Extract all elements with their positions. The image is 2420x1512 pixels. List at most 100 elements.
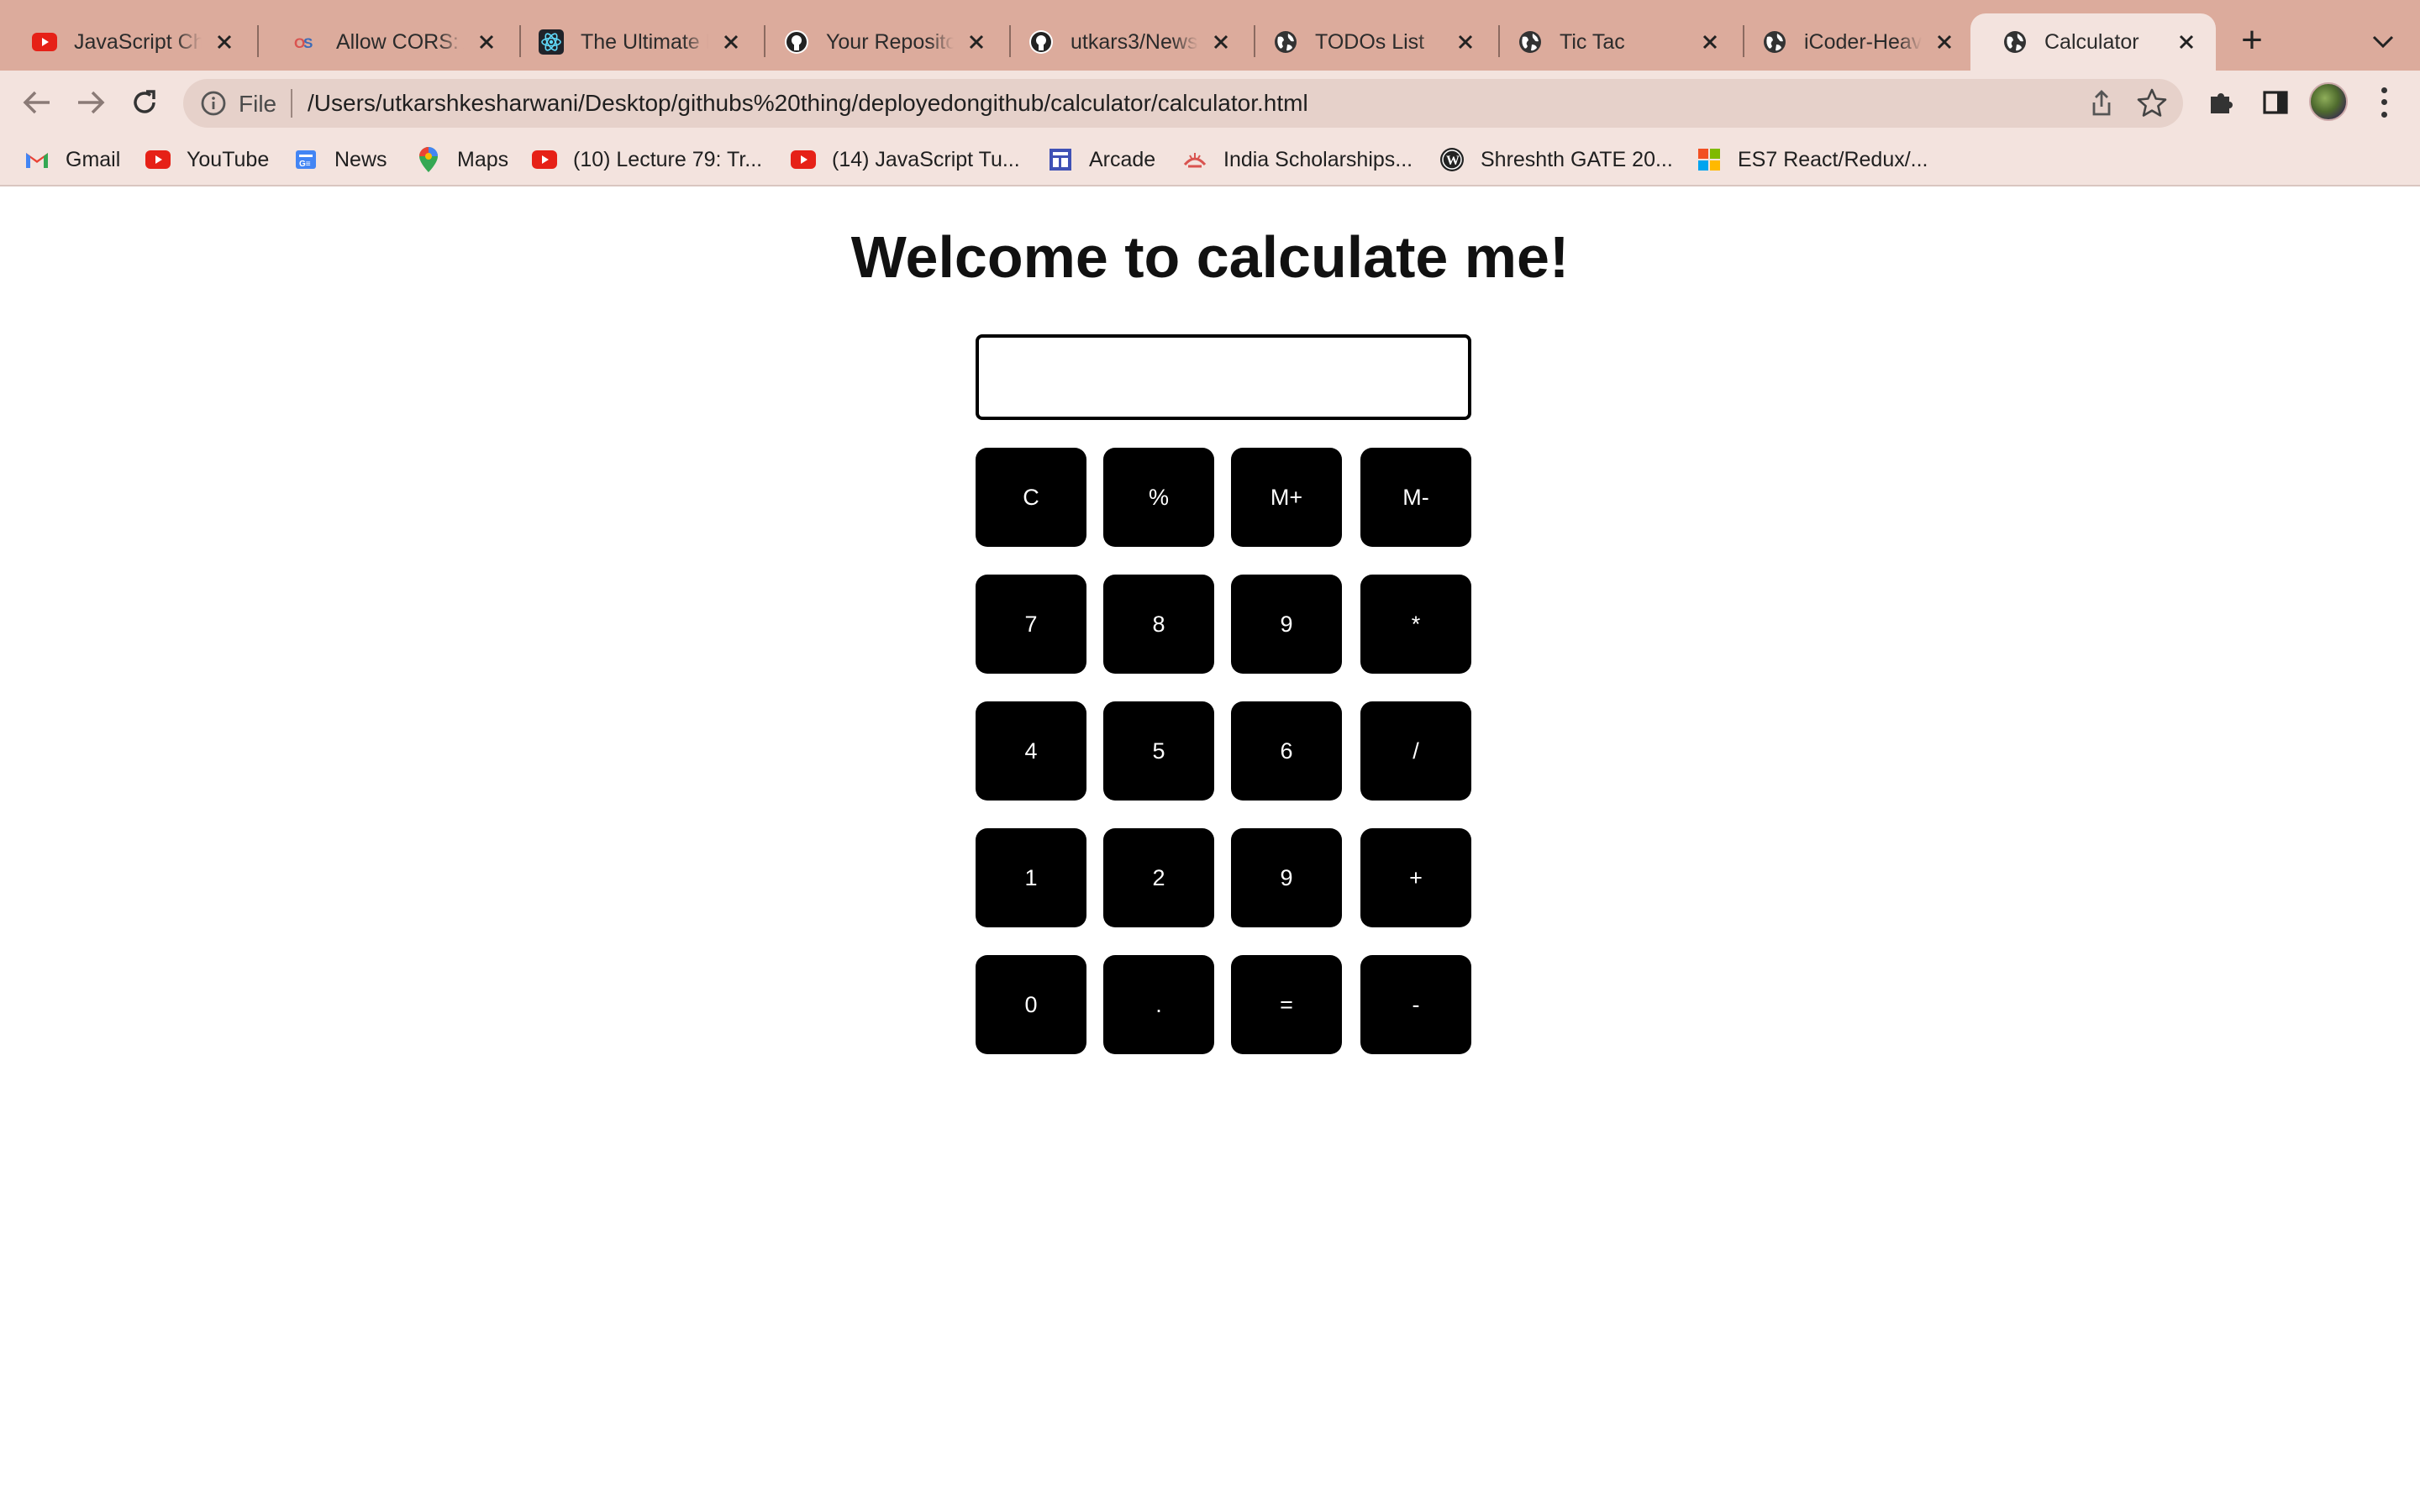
bookmark-label: Arcade: [1089, 147, 1156, 171]
calc-button-equals[interactable]: =: [1231, 955, 1342, 1054]
reload-button[interactable]: [124, 82, 165, 123]
share-icon[interactable]: [2087, 89, 2116, 118]
calc-button-digit-1[interactable]: 1: [976, 828, 1086, 927]
side-panel-icon: [2263, 91, 2288, 114]
tab-5[interactable]: utkars3/NewsApp: [997, 13, 1250, 71]
calc-button-digit-6[interactable]: 6: [1231, 701, 1342, 801]
tab-1[interactable]: JavaScript Cheat: [0, 13, 254, 71]
bookmark-item[interactable]: W Shreshth GATE 20...: [1439, 144, 1673, 175]
wordpress-icon: W: [1439, 146, 1465, 173]
calc-button-digit-8[interactable]: 8: [1103, 575, 1214, 674]
news-icon: G≡: [292, 146, 319, 173]
youtube-icon: [32, 29, 57, 55]
globe-icon: [1518, 29, 1543, 55]
bookmark-star-icon[interactable]: [2136, 87, 2168, 119]
react-icon: [539, 29, 564, 55]
youtube-icon: [145, 146, 171, 173]
arcade-icon: [1047, 146, 1074, 173]
extensions-button[interactable]: [2205, 86, 2238, 119]
tab-title: Your Repositories: [826, 29, 954, 54]
calc-button-digit-7[interactable]: 7: [976, 575, 1086, 674]
forward-button[interactable]: [71, 82, 111, 123]
bookmark-item[interactable]: India Scholarships...: [1181, 144, 1413, 175]
calc-button-memory-add[interactable]: M+: [1231, 448, 1342, 547]
calc-button-digit-2[interactable]: 2: [1103, 828, 1214, 927]
globe-icon: [1762, 29, 1787, 55]
profile-avatar[interactable]: [2309, 82, 2348, 121]
close-tab-icon[interactable]: [964, 29, 989, 55]
info-icon[interactable]: [200, 90, 227, 117]
side-panel-button[interactable]: [2259, 86, 2292, 119]
tab-strip: JavaScript Cheat OS Allow CORS: Access The …: [0, 0, 2420, 71]
close-tab-icon[interactable]: [718, 29, 744, 55]
calc-button-digit-4[interactable]: 4: [976, 701, 1086, 801]
close-tab-icon[interactable]: [1932, 29, 1957, 55]
calc-button-decimal[interactable]: .: [1103, 955, 1214, 1054]
address-bar[interactable]: File /Users/utkarshkesharwani/Desktop/gi…: [183, 79, 2183, 128]
tab-8[interactable]: iCoder-Heaven: [1730, 13, 1974, 71]
tab-separator: [257, 25, 259, 57]
reload-icon: [134, 90, 155, 113]
scholarship-icon: [1181, 146, 1208, 173]
browser-menu-icon[interactable]: [2371, 84, 2396, 121]
bookmark-label: Shreshth GATE 20...: [1481, 147, 1673, 171]
calc-button-divide[interactable]: /: [1360, 701, 1471, 801]
url-text[interactable]: /Users/utkarshkesharwani/Desktop/githubs…: [308, 90, 1308, 117]
tab-title: Tic Tac: [1560, 29, 1625, 54]
globe-icon: [1273, 29, 1298, 55]
bookmark-item[interactable]: YouTube: [145, 144, 269, 175]
forward-arrow-icon: [78, 91, 105, 114]
tab-title: The Ultimate React: [581, 29, 708, 54]
page-title: Welcome to calculate me!: [850, 224, 1570, 290]
globe-icon: [2002, 29, 2028, 55]
close-tab-icon[interactable]: [2174, 29, 2199, 55]
calc-button-digit-0[interactable]: 0: [976, 955, 1086, 1054]
calc-button-digit-5[interactable]: 5: [1103, 701, 1214, 801]
bookmark-item[interactable]: (10) Lecture 79: Tr...: [531, 144, 762, 175]
tab-3[interactable]: The Ultimate React: [507, 13, 760, 71]
microsoft-icon: [1696, 146, 1723, 173]
calc-button-add[interactable]: +: [1360, 828, 1471, 927]
tab-search-chevron-icon[interactable]: [2366, 25, 2400, 59]
tab-title: JavaScript Cheat: [74, 29, 202, 54]
calc-button-digit-9[interactable]: 9: [1231, 828, 1342, 927]
calculator-display-input[interactable]: [976, 334, 1471, 420]
calc-button-memory-subtract[interactable]: M-: [1360, 448, 1471, 547]
bookmark-item[interactable]: Gmail: [24, 144, 120, 175]
bookmark-label: ES7 React/Redux/...: [1738, 147, 1928, 171]
close-tab-icon[interactable]: [1453, 29, 1478, 55]
tab-title: TODOs List: [1315, 29, 1425, 54]
back-arrow-icon: [23, 91, 50, 114]
close-tab-icon[interactable]: [212, 29, 237, 55]
bookmark-label: India Scholarships...: [1223, 147, 1413, 171]
tab-4[interactable]: Your Repositories: [752, 13, 1006, 71]
bookmark-item[interactable]: Arcade: [1047, 144, 1155, 175]
bookmark-item[interactable]: Maps: [415, 144, 508, 175]
tab-2[interactable]: OS Allow CORS: Access: [262, 13, 516, 71]
new-tab-button[interactable]: +: [2235, 22, 2269, 59]
calc-button-multiply[interactable]: *: [1360, 575, 1471, 674]
bookmark-item[interactable]: G≡ News: [292, 144, 387, 175]
github-icon: [784, 29, 809, 55]
tab-7[interactable]: Tic Tac: [1486, 13, 1739, 71]
tab-9[interactable]: Calculator: [1970, 13, 2216, 71]
close-tab-icon[interactable]: [474, 29, 499, 55]
tab-6[interactable]: TODOs List: [1241, 13, 1495, 71]
calc-button-subtract[interactable]: -: [1360, 955, 1471, 1054]
calc-button-clear[interactable]: C: [976, 448, 1086, 547]
bookmark-item[interactable]: (14) JavaScript Tu...: [790, 144, 1020, 175]
bookmark-label: News: [334, 147, 387, 171]
close-tab-icon[interactable]: [1697, 29, 1723, 55]
maps-icon: [415, 146, 442, 173]
close-tab-icon[interactable]: [1208, 29, 1234, 55]
bookmark-item[interactable]: ES7 React/Redux/...: [1696, 144, 1928, 175]
bookmark-label: YouTube: [187, 147, 270, 171]
page-content: Welcome to calculate me! C% M+ M- 7 8 9 * 4 5 6/1…: [0, 186, 2420, 1512]
puzzle-icon: [2211, 93, 2233, 113]
url-separator: [291, 89, 292, 118]
svg-text:G≡: G≡: [299, 160, 311, 169]
back-button[interactable]: [17, 82, 57, 123]
bookmark-label: (14) JavaScript Tu...: [832, 147, 1020, 171]
calc-button-digit-9[interactable]: 9: [1231, 575, 1342, 674]
calc-button-percent[interactable]: %: [1103, 448, 1214, 547]
